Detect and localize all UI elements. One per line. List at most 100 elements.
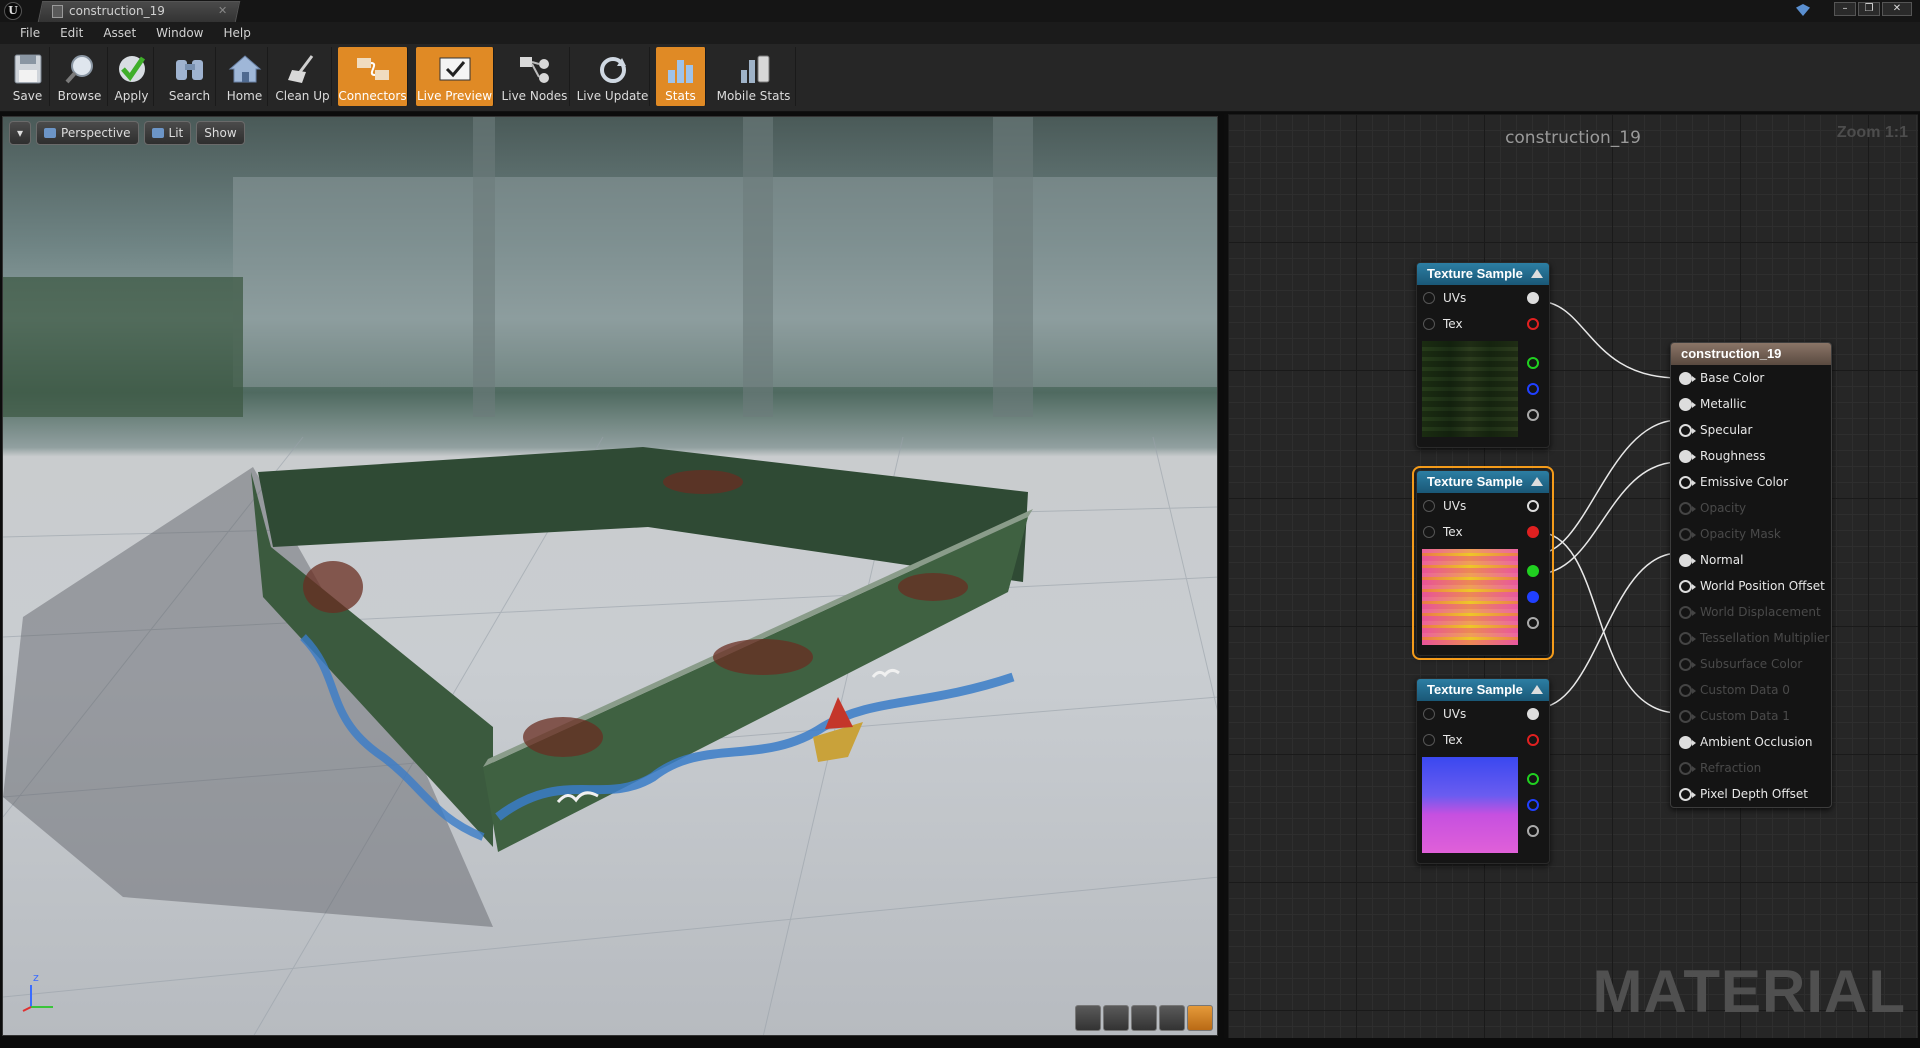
input-pin-icon[interactable] (1679, 787, 1696, 801)
material-result-node[interactable]: construction_19 Base Color Metallic Spec… (1670, 342, 1832, 808)
collapse-arrow-icon[interactable] (1531, 269, 1543, 278)
node-header: Texture Sample (1417, 263, 1549, 285)
input-pin-icon[interactable] (1679, 371, 1696, 385)
input-pin-icon[interactable] (1679, 735, 1696, 749)
menu-help[interactable]: Help (213, 26, 260, 40)
blue-output-pin[interactable] (1527, 799, 1539, 811)
rgb-output-pin[interactable] (1527, 708, 1539, 720)
pin-ambient-occlusion[interactable]: Ambient Occlusion (1671, 729, 1831, 755)
pin-tex[interactable]: Tex (1417, 519, 1549, 545)
pin-custom-data-0: Custom Data 0 (1671, 677, 1831, 703)
blue-output-pin[interactable] (1527, 383, 1539, 395)
unreal-logo-icon: U (4, 2, 22, 20)
viewport-options-dropdown[interactable]: ▾ (9, 121, 32, 145)
show-button[interactable]: Show (196, 121, 245, 145)
minimize-button[interactable]: – (1834, 2, 1856, 16)
node-header: Texture Sample (1417, 471, 1549, 493)
pin-uvs[interactable]: UVs (1417, 701, 1549, 727)
status-bar (0, 1040, 1920, 1048)
rgb-output-pin[interactable] (1527, 292, 1539, 304)
mobile-stats-button[interactable]: Mobile Stats (712, 47, 796, 106)
connectors-button[interactable]: Connectors (338, 47, 408, 106)
view-mode-icon (151, 128, 164, 138)
menu-file[interactable]: File (10, 26, 50, 40)
pin-in-icon[interactable] (1423, 318, 1435, 330)
menu-asset[interactable]: Asset (93, 26, 146, 40)
home-button[interactable]: Home (222, 47, 268, 106)
apply-check-icon (115, 54, 149, 84)
red-output-pin[interactable] (1527, 318, 1539, 330)
menu-window[interactable]: Window (146, 26, 213, 40)
texture-sample-node[interactable]: Texture Sample UVs Tex (1416, 262, 1550, 448)
cylinder-preview-icon[interactable] (1075, 1005, 1101, 1031)
search-button[interactable]: Search (164, 47, 216, 106)
green-output-pin[interactable] (1527, 357, 1539, 369)
green-output-pin[interactable] (1527, 773, 1539, 785)
alpha-output-pin[interactable] (1527, 825, 1539, 837)
perspective-button[interactable]: Perspective (36, 121, 139, 145)
texture-sample-node-selected[interactable]: Texture Sample UVs Tex (1412, 466, 1554, 660)
rgb-output-pin[interactable] (1527, 500, 1539, 512)
blue-output-pin[interactable] (1527, 591, 1539, 603)
pin-metallic[interactable]: Metallic (1671, 391, 1831, 417)
tab-close-icon[interactable]: ✕ (218, 4, 227, 17)
red-output-pin[interactable] (1527, 734, 1539, 746)
red-output-pin[interactable] (1527, 526, 1539, 538)
custom-mesh-preview-icon[interactable] (1187, 1005, 1213, 1031)
material-graph[interactable]: construction_19 Zoom 1:1 MATERIAL Textur… (1224, 114, 1918, 1038)
pin-normal[interactable]: Normal (1671, 547, 1831, 573)
input-pin-icon[interactable] (1679, 475, 1696, 489)
input-pin-icon[interactable] (1679, 397, 1696, 411)
live-preview-button[interactable]: Live Preview (416, 47, 494, 106)
pin-specular[interactable]: Specular (1671, 417, 1831, 443)
pin-in-icon[interactable] (1423, 708, 1435, 720)
pin-in-icon[interactable] (1423, 734, 1435, 746)
pin-world-displacement: World Displacement (1671, 599, 1831, 625)
window-controls: – ❐ ✕ (1834, 2, 1912, 16)
collapse-arrow-icon[interactable] (1531, 477, 1543, 486)
pin-uvs[interactable]: UVs (1417, 493, 1549, 519)
input-pin-icon[interactable] (1679, 579, 1696, 593)
pin-in-icon[interactable] (1423, 526, 1435, 538)
menu-edit[interactable]: Edit (50, 26, 93, 40)
apply-button[interactable]: Apply (110, 47, 154, 106)
live-update-icon (596, 54, 630, 84)
stats-button[interactable]: Stats (656, 47, 706, 106)
collapse-arrow-icon[interactable] (1531, 685, 1543, 694)
cube-preview-icon[interactable] (1159, 1005, 1185, 1031)
material-asset-icon (52, 4, 63, 18)
live-update-button[interactable]: Live Update (576, 47, 650, 106)
input-pin-icon[interactable] (1679, 449, 1696, 463)
input-pin-icon (1679, 761, 1696, 775)
pin-world-position-offset[interactable]: World Position Offset (1671, 573, 1831, 599)
preview-viewport[interactable]: ▾ Perspective Lit Show z (2, 116, 1218, 1036)
browse-button[interactable]: Browse (52, 47, 108, 106)
axis-gizmo-icon: z (19, 971, 69, 1015)
input-pin-icon[interactable] (1679, 553, 1696, 567)
notification-icon[interactable] (1796, 4, 1810, 16)
pin-base-color[interactable]: Base Color (1671, 365, 1831, 391)
sphere-preview-icon[interactable] (1103, 1005, 1129, 1031)
maximize-button[interactable]: ❐ (1858, 2, 1880, 16)
close-window-button[interactable]: ✕ (1882, 2, 1912, 16)
alpha-output-pin[interactable] (1527, 617, 1539, 629)
live-nodes-button[interactable]: Live Nodes (500, 47, 570, 106)
pin-tex[interactable]: Tex (1417, 727, 1549, 753)
pin-emissive-color[interactable]: Emissive Color (1671, 469, 1831, 495)
clean-up-button[interactable]: Clean Up (274, 47, 332, 106)
pin-tex[interactable]: Tex (1417, 311, 1549, 337)
lit-mode-button[interactable]: Lit (143, 121, 192, 145)
pin-uvs[interactable]: UVs (1417, 285, 1549, 311)
pin-roughness[interactable]: Roughness (1671, 443, 1831, 469)
input-pin-icon[interactable] (1679, 423, 1696, 437)
pin-pixel-depth-offset[interactable]: Pixel Depth Offset (1671, 781, 1831, 807)
document-tab-content[interactable]: construction_19 (52, 4, 165, 18)
pin-in-icon[interactable] (1423, 292, 1435, 304)
green-output-pin[interactable] (1527, 565, 1539, 577)
save-button[interactable]: Save (6, 47, 50, 106)
alpha-output-pin[interactable] (1527, 409, 1539, 421)
plane-preview-icon[interactable] (1131, 1005, 1157, 1031)
texture-sample-node[interactable]: Texture Sample UVs Tex (1416, 678, 1550, 864)
menu-bar: File Edit Asset Window Help (0, 22, 1920, 44)
pin-in-icon[interactable] (1423, 500, 1435, 512)
